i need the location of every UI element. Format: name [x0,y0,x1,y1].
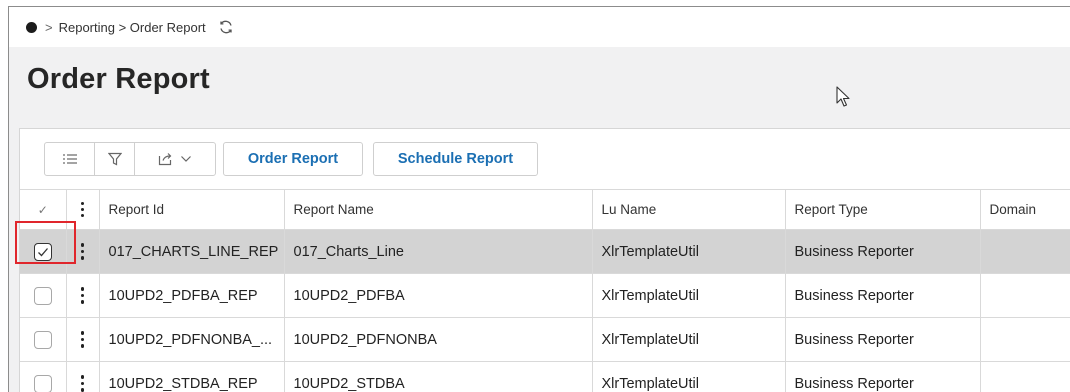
refresh-icon[interactable] [218,19,234,35]
cell-lu-name: XlrTemplateUtil [592,317,786,362]
toolbar-tool-group [44,142,216,176]
cell-lu-name: XlrTemplateUtil [592,229,786,274]
row-checkbox[interactable] [33,330,52,349]
cell-report-name: 10UPD2_PDFNONBA [284,317,593,362]
cell-domain [980,317,1070,362]
schedule-report-button[interactable]: Schedule Report [373,142,538,176]
cell-report-id: 017_CHARTS_LINE_REP [99,229,285,274]
select-all-header[interactable]: ✓ [20,189,67,230]
page-title: Order Report [27,63,210,95]
kebab-menu-icon[interactable] [80,375,85,392]
list-icon[interactable] [45,143,95,175]
cell-report-id: 10UPD2_STDBA_REP [99,361,285,392]
table-row[interactable]: 017_CHARTS_LINE_REP 017_Charts_Line XlrT… [20,229,1070,274]
cell-lu-name: XlrTemplateUtil [592,273,786,318]
kebab-menu-icon[interactable] [80,287,85,304]
column-header-domain[interactable]: Domain [980,189,1070,230]
table-row[interactable]: 10UPD2_PDFNONBA_... 10UPD2_PDFNONBA XlrT… [20,317,1070,362]
row-menu-cell[interactable] [66,273,100,318]
order-report-button[interactable]: Order Report [223,142,363,176]
row-checkbox[interactable] [33,242,52,261]
cell-report-type: Business Reporter [785,229,981,274]
column-header-report-type[interactable]: Report Type [785,189,981,230]
export-icon[interactable] [135,143,215,175]
row-menu-cell[interactable] [66,317,100,362]
mouse-cursor-icon [835,85,853,109]
filter-icon[interactable] [95,143,135,175]
row-select-cell[interactable] [20,229,67,274]
cell-domain [980,229,1070,274]
breadcrumb-separator: > [45,19,53,35]
kebab-menu-icon[interactable] [80,331,85,348]
app-frame: > Reporting > Order Report Order Report [8,6,1070,392]
table-row[interactable]: 10UPD2_PDFBA_REP 10UPD2_PDFBA XlrTemplat… [20,273,1070,318]
row-checkbox[interactable] [33,286,52,305]
row-checkbox[interactable] [33,374,52,392]
cell-report-id: 10UPD2_PDFBA_REP [99,273,285,318]
row-menu-cell[interactable] [66,361,100,392]
cell-report-name: 10UPD2_PDFBA [284,273,593,318]
cell-report-name: 10UPD2_STDBA [284,361,593,392]
breadcrumb: > Reporting > Order Report [9,7,1070,47]
home-dot-icon[interactable] [26,21,37,33]
cell-report-type: Business Reporter [785,273,981,318]
row-menu-cell[interactable] [66,229,100,274]
kebab-menu-icon[interactable] [81,202,84,218]
cell-domain [980,361,1070,392]
column-header-report-id[interactable]: Report Id [99,189,285,230]
cell-report-id: 10UPD2_PDFNONBA_... [99,317,285,362]
row-select-cell[interactable] [20,361,67,392]
column-header-report-name[interactable]: Report Name [284,189,593,230]
select-all-check-icon[interactable]: ✓ [38,203,48,217]
cell-lu-name: XlrTemplateUtil [592,361,786,392]
breadcrumb-path[interactable]: Reporting > Order Report [59,20,206,35]
column-header-lu-name[interactable]: Lu Name [592,189,786,230]
cell-domain [980,273,1070,318]
header-menu[interactable] [66,189,100,230]
grid-toolbar: Order Report Schedule Report [20,129,1070,189]
cell-report-type: Business Reporter [785,317,981,362]
kebab-menu-icon[interactable] [80,243,85,260]
cell-report-name: 017_Charts_Line [284,229,593,274]
chevron-down-icon[interactable] [180,155,192,163]
row-select-cell[interactable] [20,273,67,318]
report-grid-panel: Order Report Schedule Report ✓ Report Id… [19,128,1070,392]
table-row[interactable]: 10UPD2_STDBA_REP 10UPD2_STDBA XlrTemplat… [20,361,1070,392]
row-select-cell[interactable] [20,317,67,362]
cell-report-type: Business Reporter [785,361,981,392]
table-header-row: ✓ Report Id Report Name Lu Name Report T… [20,189,1070,230]
report-table: ✓ Report Id Report Name Lu Name Report T… [20,189,1070,392]
